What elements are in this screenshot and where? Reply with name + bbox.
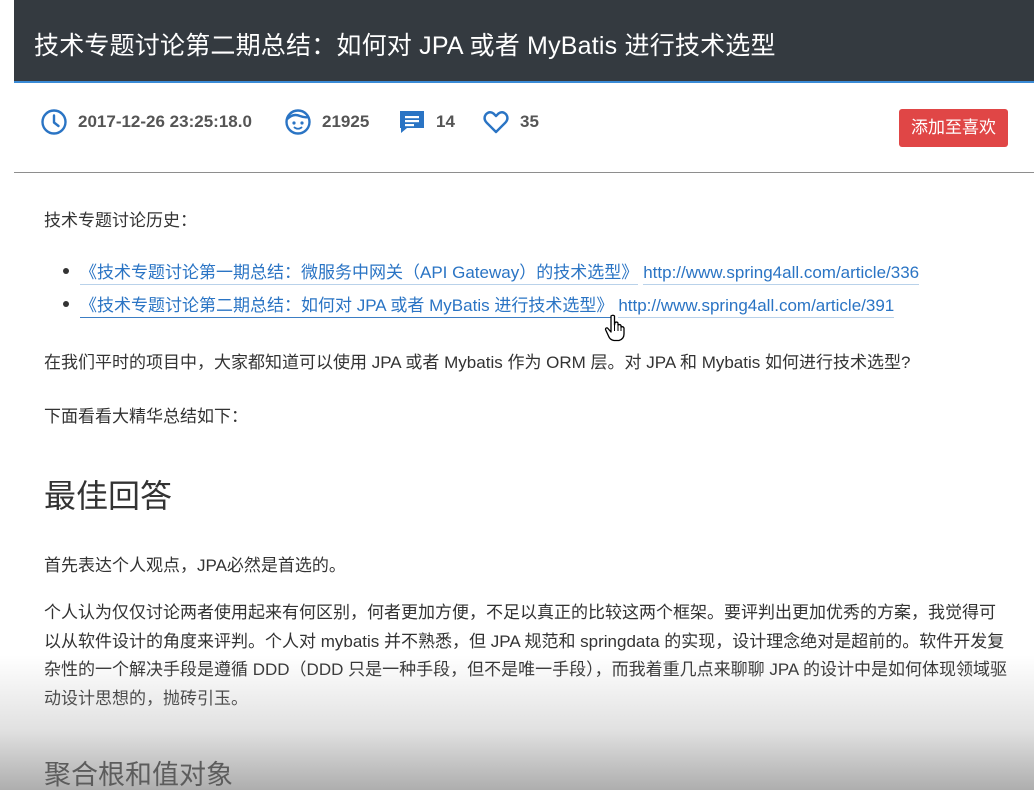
add-to-favorites-button[interactable]: 添加至喜欢 — [899, 109, 1008, 147]
meta-date-text: 2017-12-26 23:25:18.0 — [78, 112, 252, 131]
clock-icon — [41, 109, 67, 135]
heart-icon — [483, 111, 509, 134]
body-paragraph: 个人认为仅仅讨论两者使用起来有何区别，何者更加方便，不足以真正的比较这两个框架。… — [44, 603, 1008, 708]
bullet-icon — [63, 268, 69, 274]
opinion-paragraph: 首先表达个人观点，JPA必然是首选的。 — [44, 556, 346, 575]
best-answer-heading: 最佳回答 — [44, 478, 173, 514]
meta-comments-count: 14 — [436, 112, 455, 131]
history-list: 《技术专题讨论第一期总结：微服务中网关（API Gateway）的技术选型》 ht… — [63, 258, 920, 324]
history-item: 《技术专题讨论第一期总结：微服务中网关（API Gateway）的技术选型》 ht… — [63, 258, 920, 291]
comment-icon — [400, 111, 424, 133]
meta-views-count: 21925 — [322, 112, 370, 131]
meta-likes-count: 35 — [520, 112, 539, 131]
meta-comments: 14 — [398, 108, 455, 136]
bullet-icon — [63, 301, 69, 307]
history-link-title[interactable]: 《技术专题讨论第二期总结：如何对 JPA 或者 MyBatis 进行技术选型》 — [80, 296, 614, 318]
aggregate-heading: 聚合根和值对象 — [44, 760, 233, 790]
history-link-url[interactable]: http://www.spring4all.com/article/336 — [643, 263, 920, 285]
article-page: 技术专题讨论第二期总结：如何对 JPA 或者 MyBatis 进行技术选型 20… — [0, 0, 1034, 790]
history-link-title[interactable]: 《技术专题讨论第一期总结：微服务中网关（API Gateway）的技术选型》 — [80, 263, 639, 285]
article-title: 技术专题讨论第二期总结：如何对 JPA 或者 MyBatis 进行技术选型 — [34, 32, 776, 60]
intro-paragraph: 在我们平时的项目中，大家都知道可以使用 JPA 或者 Mybatis 作为 OR… — [44, 353, 911, 372]
history-link-url[interactable]: http://www.spring4all.com/article/391 — [618, 296, 895, 318]
meta-views: 21925 — [284, 108, 369, 136]
article-header: 技术专题讨论第二期总结：如何对 JPA 或者 MyBatis 进行技术选型 — [14, 0, 1034, 83]
article-meta-bar: 2017-12-26 23:25:18.0 21925 14 35 添加至喜欢 — [14, 83, 1034, 173]
history-item: 《技术专题讨论第二期总结：如何对 JPA 或者 MyBatis 进行技术选型》 h… — [63, 291, 919, 324]
meta-date: 2017-12-26 23:25:18.0 — [40, 108, 252, 136]
history-label: 技术专题讨论历史： — [44, 211, 197, 230]
face-icon — [285, 109, 311, 135]
hand-cursor-icon — [604, 314, 625, 342]
summary-lead: 下面看看大精华总结如下： — [44, 407, 248, 426]
meta-likes: 35 — [482, 108, 539, 136]
